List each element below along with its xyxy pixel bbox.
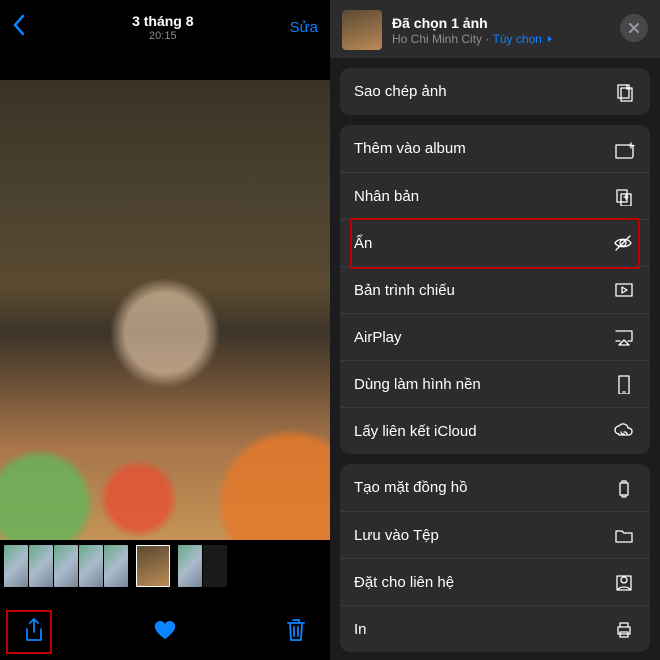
options-link[interactable]: Tùy chọn <box>493 32 542 46</box>
thumbnail[interactable] <box>29 545 53 587</box>
trash-button[interactable] <box>284 617 308 648</box>
action-row[interactable]: Ẩn <box>340 219 650 266</box>
action-row[interactable]: Thêm vào album <box>340 125 650 172</box>
action-label: Lưu vào Tệp <box>354 527 439 544</box>
chevron-right-icon <box>546 35 554 43</box>
action-row[interactable]: Đặt cho liên hệ <box>340 558 650 605</box>
thumbnail[interactable] <box>203 545 227 587</box>
share-button[interactable] <box>22 617 46 648</box>
action-row[interactable]: Sao chép ảnh <box>340 68 650 115</box>
thumbnail-strip[interactable] <box>0 540 330 588</box>
action-row[interactable]: Dùng làm hình nền <box>340 360 650 407</box>
action-row[interactable]: Bản trình chiếu <box>340 266 650 313</box>
back-button[interactable] <box>12 14 36 41</box>
hide-icon <box>612 233 636 253</box>
action-row[interactable]: AirPlay <box>340 313 650 360</box>
action-label: Đặt cho liên hệ <box>354 574 454 591</box>
bottom-toolbar <box>0 605 330 660</box>
action-row[interactable]: Lấy liên kết iCloud <box>340 407 650 454</box>
icloud-link-icon <box>612 421 636 441</box>
copy-photo-icon <box>612 82 636 102</box>
action-label: Sao chép ảnh <box>354 83 447 100</box>
thumbnail[interactable] <box>4 545 28 587</box>
airplay-icon <box>612 327 636 347</box>
action-row[interactable]: In <box>340 605 650 652</box>
photo-time: 20:15 <box>36 30 290 42</box>
assign-contact-icon <box>612 572 636 592</box>
action-row[interactable]: Tạo mặt đồng hồ <box>340 464 650 511</box>
wallpaper-icon <box>612 374 636 394</box>
selected-photo-thumb <box>342 10 382 50</box>
close-button[interactable] <box>620 14 648 42</box>
thumbnail[interactable] <box>54 545 78 587</box>
action-label: In <box>354 621 367 638</box>
action-group: Tạo mặt đồng hồ Lưu vào Tệp Đặt cho liên h… <box>340 464 650 652</box>
action-row[interactable]: Nhân bản <box>340 172 650 219</box>
action-label: Tạo mặt đồng hồ <box>354 479 467 496</box>
action-group: Sao chép ảnh <box>340 68 650 115</box>
thumbnail-current[interactable] <box>136 545 170 587</box>
action-row[interactable]: Lưu vào Tệp <box>340 511 650 558</box>
duplicate-icon <box>612 186 636 206</box>
nav-bar: 3 tháng 8 20:15 Sửa <box>0 0 330 50</box>
slideshow-icon <box>612 280 636 300</box>
favorite-button[interactable] <box>153 617 177 648</box>
share-sheet-header: Đã chọn 1 ảnh Ho Chi Minh City · Tùy chọ… <box>330 0 660 58</box>
save-files-icon <box>612 525 636 545</box>
action-group: Thêm vào album Nhân bản Ẩn Bản trình chiếu A… <box>340 125 650 454</box>
print-icon <box>612 619 636 639</box>
thumbnail[interactable] <box>104 545 128 587</box>
share-actions-list: Sao chép ảnh Thêm vào album Nhân bản Ẩn Bản … <box>330 68 660 652</box>
share-sheet-title: Đã chọn 1 ảnh <box>392 15 554 31</box>
action-label: Thêm vào album <box>354 140 466 157</box>
share-sheet-screen: Đã chọn 1 ảnh Ho Chi Minh City · Tùy chọ… <box>330 0 660 660</box>
add-album-icon <box>612 139 636 159</box>
edit-button[interactable]: Sửa <box>290 19 318 36</box>
action-label: Dùng làm hình nền <box>354 376 481 393</box>
photos-detail-screen: 3 tháng 8 20:15 Sửa <box>0 0 330 660</box>
thumbnail[interactable] <box>79 545 103 587</box>
close-icon <box>628 22 640 34</box>
action-label: Bản trình chiếu <box>354 282 455 299</box>
photo-viewer[interactable] <box>0 80 330 540</box>
share-sheet-subtitle[interactable]: Ho Chi Minh City · Tùy chọn <box>392 32 554 46</box>
action-label: Nhân bản <box>354 188 419 205</box>
action-label: Ẩn <box>354 235 372 252</box>
photo-date: 3 tháng 8 <box>36 13 290 29</box>
watchface-icon <box>612 478 636 498</box>
thumbnail[interactable] <box>178 545 202 587</box>
action-label: AirPlay <box>354 329 402 346</box>
action-label: Lấy liên kết iCloud <box>354 423 477 440</box>
